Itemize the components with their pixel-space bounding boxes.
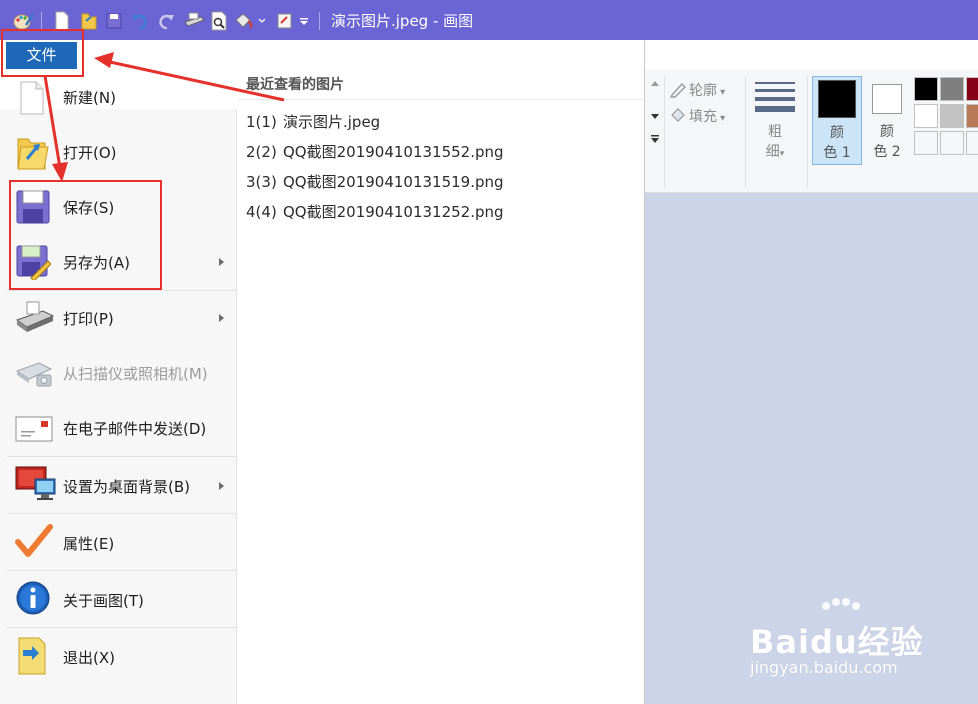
watermark-url: jingyan.baidu.com <box>750 658 898 677</box>
watermark-brand: Baidu经验 <box>750 623 924 661</box>
baidu-paw-icon <box>822 598 860 610</box>
